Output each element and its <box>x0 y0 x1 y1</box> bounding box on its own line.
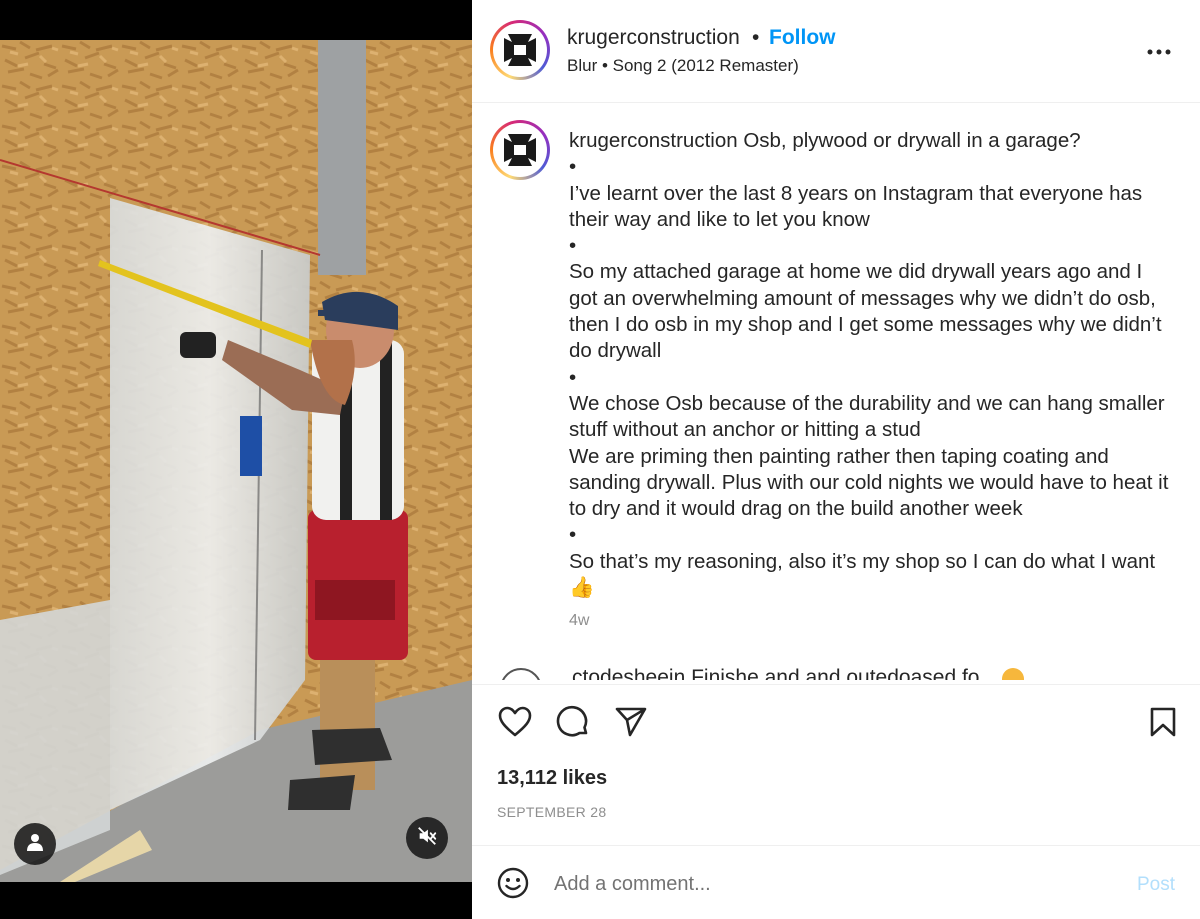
post-header: krugerconstruction • Follow Blur • Song … <box>472 0 1200 103</box>
header-username[interactable]: krugerconstruction <box>567 26 740 50</box>
paper-plane-icon <box>614 706 648 743</box>
mute-toggle-button[interactable] <box>406 817 448 859</box>
comment-preview-text: ctodesheein Finishe and and outedoased f… <box>572 666 980 680</box>
share-button[interactable] <box>612 705 650 743</box>
comment-preview: ctodesheein Finishe and and outedoased f… <box>500 666 1140 680</box>
bookmark-icon <box>1149 706 1177 743</box>
comment-composer: Post <box>472 845 1200 919</box>
caption-username[interactable]: krugerconstruction <box>569 129 738 152</box>
more-horizontal-icon <box>1147 42 1171 60</box>
comment-button[interactable] <box>554 705 592 743</box>
audio-track-link[interactable]: Blur • Song 2 (2012 Remaster) <box>567 56 799 76</box>
post-date[interactable]: SEPTEMBER 28 <box>497 804 606 820</box>
thumbs-up-emoji: 👍 <box>569 576 595 600</box>
media-pane <box>0 0 472 919</box>
caption-timestamp[interactable]: 4w <box>569 612 589 630</box>
brand-logo-icon <box>497 27 543 73</box>
post-side-panel: krugerconstruction • Follow Blur • Song … <box>472 0 1200 919</box>
commenter-avatar[interactable] <box>500 668 542 680</box>
emoji-picker-button[interactable] <box>496 867 530 904</box>
caption-text: krugerconstruction Osb, plywood or drywa… <box>569 128 1169 601</box>
more-options-button[interactable] <box>1144 36 1174 66</box>
avatar[interactable] <box>490 20 550 80</box>
emoji-icon <box>1002 668 1024 680</box>
brand-logo-icon <box>497 127 543 173</box>
comment-input[interactable] <box>554 868 1114 900</box>
heart-icon <box>498 706 532 743</box>
tagged-people-button[interactable] <box>14 823 56 865</box>
separator-dot: • <box>752 26 760 49</box>
speech-bubble-icon <box>556 705 590 744</box>
smiley-icon <box>497 867 529 904</box>
avatar-ring-inner <box>493 123 547 177</box>
caption-section: krugerconstruction Osb, plywood or drywa… <box>472 104 1200 684</box>
post-comment-button[interactable]: Post <box>1137 874 1175 896</box>
likes-count[interactable]: 13,112 likes <box>497 767 607 790</box>
follow-button[interactable]: Follow <box>769 26 836 50</box>
caption-avatar[interactable] <box>490 120 550 180</box>
reel-video[interactable] <box>0 40 472 882</box>
caption-body: Osb, plywood or drywall in a garage? • I… <box>569 129 1169 573</box>
post-dialog: krugerconstruction • Follow Blur • Song … <box>0 0 1200 919</box>
person-tag-icon <box>25 832 45 857</box>
action-bar: 13,112 likes SEPTEMBER 28 <box>472 684 1200 844</box>
like-button[interactable] <box>496 705 534 743</box>
avatar-ring-inner <box>493 23 547 77</box>
save-button[interactable] <box>1144 705 1182 743</box>
speaker-muted-icon <box>416 825 438 852</box>
